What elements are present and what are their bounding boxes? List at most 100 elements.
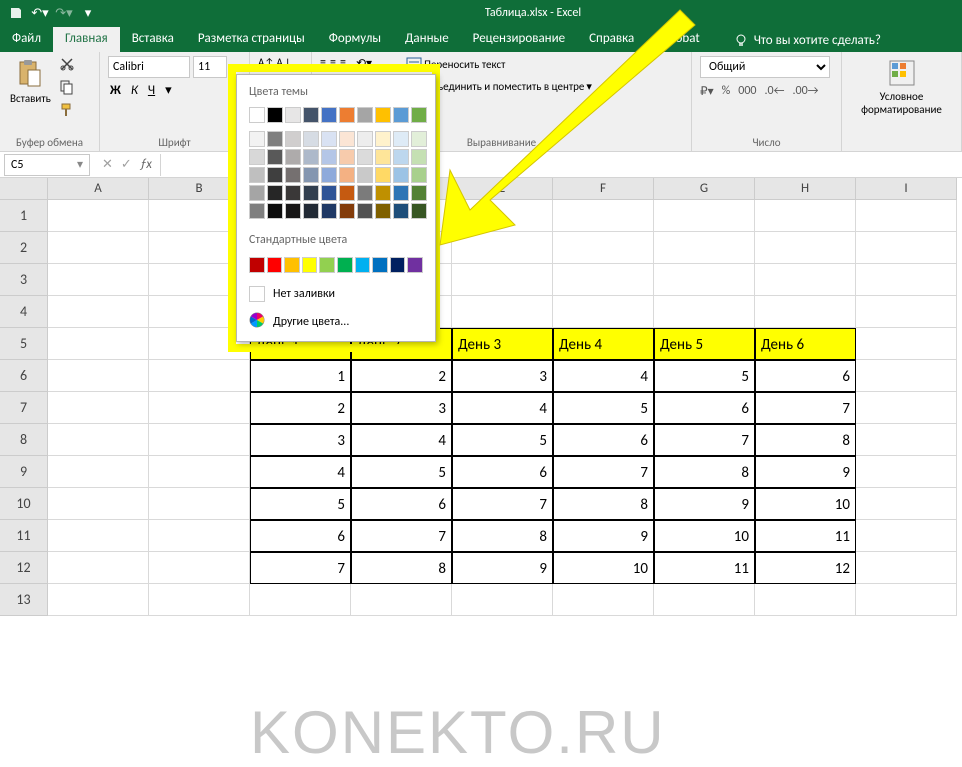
color-swatch[interactable] [285,107,301,123]
color-swatch[interactable] [357,131,373,147]
color-swatch[interactable] [357,185,373,201]
cell[interactable] [755,264,856,296]
col-header[interactable]: B [149,178,250,200]
cell[interactable] [755,232,856,264]
color-swatch[interactable] [339,203,355,219]
wrap-text-button[interactable]: Переносить текст [404,56,594,72]
cell[interactable] [149,232,250,264]
cell[interactable] [452,296,553,328]
row-header[interactable]: 3 [0,264,48,296]
cell[interactable] [654,200,755,232]
cell[interactable] [452,232,553,264]
color-swatch[interactable] [249,167,265,183]
cut-icon[interactable] [59,56,75,76]
cell[interactable]: 4 [553,360,654,392]
cell[interactable]: 2 [351,360,452,392]
cell[interactable]: 1 [250,360,351,392]
tab-file[interactable]: Файл [0,27,53,52]
color-swatch[interactable] [411,167,427,183]
row-header[interactable]: 9 [0,456,48,488]
row-header[interactable]: 5 [0,328,48,360]
col-header[interactable]: E [452,178,553,200]
row-header[interactable]: 6 [0,360,48,392]
color-swatch[interactable] [375,203,391,219]
cell[interactable]: 9 [452,552,553,584]
col-header[interactable]: A [48,178,149,200]
cell[interactable] [48,520,149,552]
cell[interactable] [553,232,654,264]
cell[interactable] [856,360,957,392]
row-header[interactable]: 7 [0,392,48,424]
cell[interactable]: 7 [755,392,856,424]
color-swatch[interactable] [267,203,283,219]
cell[interactable]: 8 [553,488,654,520]
color-swatch[interactable] [285,167,301,183]
col-header[interactable]: F [553,178,654,200]
undo-icon[interactable]: ↶▾ [30,3,50,23]
row-header[interactable]: 12 [0,552,48,584]
cell[interactable] [755,296,856,328]
color-swatch[interactable] [321,107,337,123]
font-size-select[interactable] [193,56,227,78]
cell[interactable] [654,232,755,264]
cell[interactable]: 7 [250,552,351,584]
color-swatch[interactable] [393,149,409,165]
cell[interactable]: 9 [553,520,654,552]
color-swatch[interactable] [249,107,265,123]
cell[interactable]: 8 [654,456,755,488]
cell[interactable] [452,200,553,232]
italic-button[interactable]: К [129,82,140,99]
color-swatch[interactable] [337,257,353,273]
cell[interactable]: 2 [250,392,351,424]
cell[interactable] [856,584,957,616]
cell[interactable] [452,584,553,616]
cell[interactable] [351,584,452,616]
cell[interactable]: 8 [452,520,553,552]
cell[interactable] [48,296,149,328]
cell[interactable]: 9 [654,488,755,520]
color-swatch[interactable] [407,257,423,273]
color-swatch[interactable] [303,149,319,165]
color-swatch[interactable] [372,257,388,273]
cell[interactable]: 6 [250,520,351,552]
tab-help[interactable]: Справка [577,27,646,52]
cell[interactable]: 3 [351,392,452,424]
border-icon[interactable]: ▾ [163,82,174,99]
cell[interactable] [654,264,755,296]
color-swatch[interactable] [249,149,265,165]
col-header[interactable]: G [654,178,755,200]
color-swatch[interactable] [393,203,409,219]
color-swatch[interactable] [339,185,355,201]
fx-icon[interactable]: ƒx [140,157,152,172]
cell[interactable]: День 6 [755,328,856,360]
cell[interactable]: 10 [654,520,755,552]
cell[interactable]: 11 [654,552,755,584]
cell[interactable]: 7 [553,456,654,488]
cell[interactable] [553,584,654,616]
no-fill-item[interactable]: Нет заливки [241,281,431,307]
number-format-select[interactable]: Общий [700,56,830,78]
name-box[interactable]: C5 ▾ [4,154,90,176]
select-all-corner[interactable] [0,178,48,200]
copy-icon[interactable] [59,79,75,99]
cell[interactable]: 3 [452,360,553,392]
cell[interactable] [149,456,250,488]
color-swatch[interactable] [267,167,283,183]
cell[interactable] [48,264,149,296]
conditional-formatting-button[interactable]: Условное форматирование [850,56,953,118]
color-swatch[interactable] [375,167,391,183]
cell[interactable]: День 3 [452,328,553,360]
row-header[interactable]: 8 [0,424,48,456]
color-swatch[interactable] [285,149,301,165]
tab-data[interactable]: Данные [393,27,461,52]
cell[interactable] [48,456,149,488]
row-header[interactable]: 13 [0,584,48,616]
cell[interactable]: 5 [250,488,351,520]
color-swatch[interactable] [302,257,318,273]
cell[interactable] [553,296,654,328]
cell[interactable]: 4 [250,456,351,488]
tab-home[interactable]: Главная [53,27,120,52]
currency-icon[interactable]: ₽▾ [700,84,714,99]
decrease-font-icon[interactable]: A↓ [276,56,292,69]
align-bottom-icon[interactable]: ≡ [340,56,346,71]
